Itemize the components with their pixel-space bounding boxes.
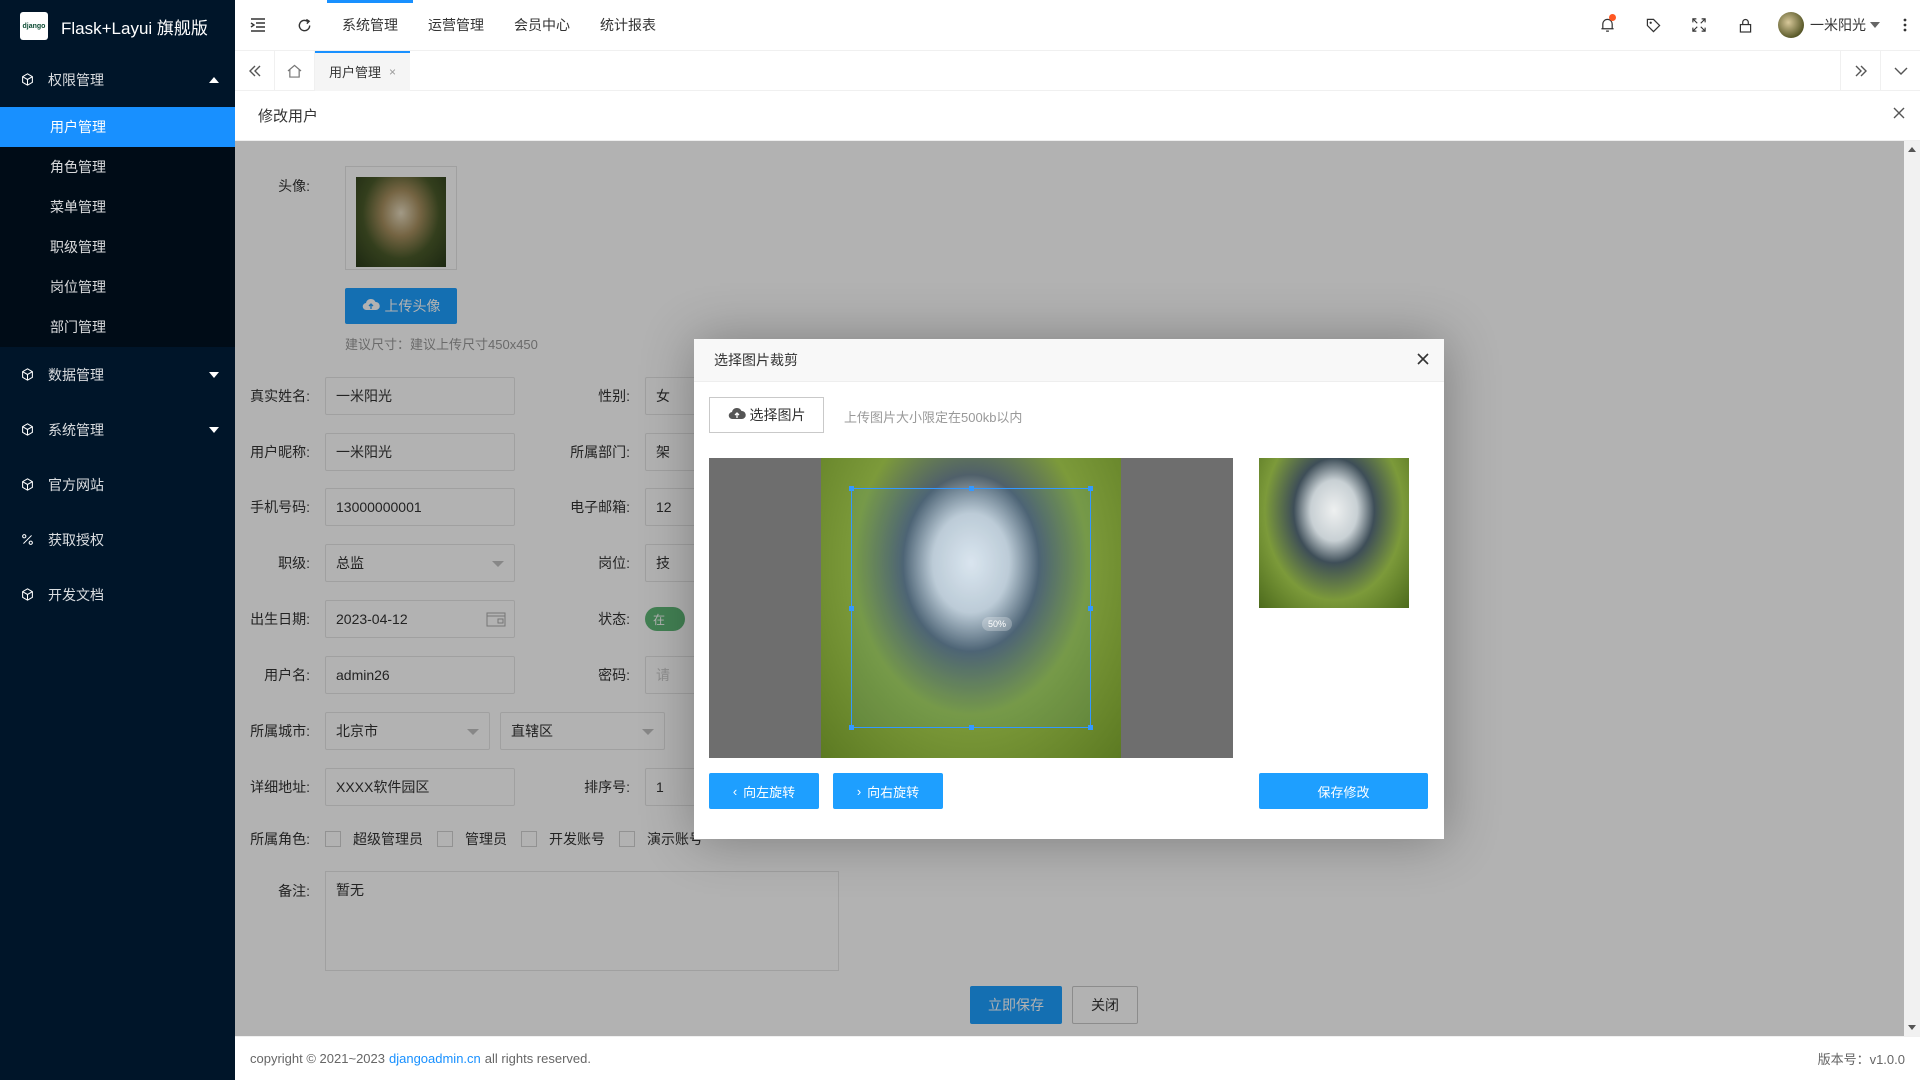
submenu-permission: 用户管理 角色管理 菜单管理 职级管理 岗位管理 部门管理 bbox=[0, 107, 235, 347]
close-icon[interactable]: × bbox=[389, 65, 396, 79]
crop-canvas: 50% bbox=[709, 458, 1233, 758]
cube-icon bbox=[20, 478, 34, 492]
crop-box[interactable]: 50% bbox=[849, 486, 1093, 730]
sidebar-item-levels[interactable]: 职级管理 bbox=[0, 227, 235, 267]
menu-group-permission: 权限管理 用户管理 角色管理 菜单管理 职级管理 岗位管理 部门管理 bbox=[0, 52, 235, 347]
crop-dialog: 选择图片裁剪 选择图片 上传图片大小限定在500kb以内 50% ‹ 向左旋转 bbox=[694, 339, 1444, 839]
nav-report[interactable]: 统计报表 bbox=[585, 0, 671, 51]
version-text: 版本号：v1.0.0 bbox=[1817, 1052, 1905, 1067]
resize-handle[interactable] bbox=[849, 486, 854, 491]
caret-down-icon bbox=[209, 371, 219, 378]
sidebar-item-roles[interactable]: 角色管理 bbox=[0, 147, 235, 187]
rotate-right-label: 向右旋转 bbox=[867, 784, 920, 800]
sidebar: django Flask+Layui 旗舰版 权限管理 用户管理 角色管理 菜单… bbox=[0, 0, 235, 1080]
menu-fold-icon[interactable] bbox=[235, 0, 281, 51]
menu-website[interactable]: 官方网站 bbox=[0, 457, 235, 512]
resize-handle[interactable] bbox=[1088, 606, 1093, 611]
cube-icon bbox=[20, 368, 34, 382]
save-crop-button[interactable]: 保存修改 bbox=[1259, 773, 1428, 809]
menu-label: 开发文档 bbox=[48, 586, 104, 603]
crop-preview bbox=[1259, 458, 1409, 608]
resize-handle[interactable] bbox=[849, 725, 854, 730]
menu-label: 权限管理 bbox=[48, 71, 104, 88]
percent-icon bbox=[20, 533, 34, 547]
choose-label: 选择图片 bbox=[749, 407, 806, 423]
cube-icon bbox=[20, 73, 34, 87]
rotate-right-button[interactable]: › 向右旋转 bbox=[833, 773, 943, 809]
cube-icon bbox=[20, 588, 34, 602]
tab-users[interactable]: 用户管理 × bbox=[315, 50, 411, 91]
nav-member[interactable]: 会员中心 bbox=[499, 0, 585, 51]
refresh-icon[interactable] bbox=[281, 0, 327, 51]
cube-icon bbox=[20, 423, 34, 437]
caret-up-icon bbox=[209, 76, 219, 83]
footer-link[interactable]: djangoadmin.cn bbox=[389, 1051, 481, 1066]
resize-handle[interactable] bbox=[1088, 725, 1093, 730]
header-right: 一米阳光 bbox=[1584, 0, 1920, 51]
footer: copyright © 2021~2023 djangoadmin.cn all… bbox=[235, 1036, 1920, 1080]
double-left-icon[interactable] bbox=[235, 50, 275, 91]
menu-license[interactable]: 获取授权 bbox=[0, 512, 235, 567]
close-icon[interactable] bbox=[1892, 106, 1906, 124]
dialog-title: 选择图片裁剪 bbox=[714, 352, 798, 368]
dialog-header: 选择图片裁剪 bbox=[694, 339, 1444, 382]
tab-bar-right bbox=[1840, 50, 1920, 91]
top-header: 系统管理 运营管理 会员中心 统计报表 一米阳光 bbox=[235, 0, 1920, 51]
scrollbar[interactable] bbox=[1904, 141, 1920, 1036]
bell-icon[interactable] bbox=[1584, 0, 1630, 51]
menu-label: 获取授权 bbox=[48, 531, 104, 548]
resize-handle[interactable] bbox=[1088, 486, 1093, 491]
scroll-down-icon[interactable] bbox=[1908, 1025, 1916, 1030]
copyright-suffix: all rights reserved. bbox=[484, 1051, 591, 1066]
crop-ratio-label: 50% bbox=[982, 617, 1013, 631]
resize-handle[interactable] bbox=[969, 725, 974, 730]
logo[interactable]: django Flask+Layui 旗舰版 bbox=[0, 0, 235, 52]
nav-system[interactable]: 系统管理 bbox=[327, 0, 413, 51]
rotate-left-button[interactable]: ‹ 向左旋转 bbox=[709, 773, 819, 809]
size-hint: 上传图片大小限定在500kb以内 bbox=[844, 410, 1023, 425]
username: 一米阳光 bbox=[1810, 17, 1866, 33]
double-right-icon[interactable] bbox=[1840, 50, 1880, 91]
chevron-left-icon: ‹ bbox=[732, 783, 738, 799]
choose-image-button[interactable]: 选择图片 bbox=[709, 397, 824, 433]
user-menu[interactable]: 一米阳光 bbox=[1768, 12, 1890, 38]
tab-bar: 用户管理 × bbox=[235, 50, 1920, 91]
menu-label: 官方网站 bbox=[48, 476, 104, 493]
resize-handle[interactable] bbox=[849, 606, 854, 611]
sidebar-item-users[interactable]: 用户管理 bbox=[0, 107, 235, 147]
page-title: 修改用户 bbox=[258, 108, 319, 125]
chevron-right-icon: › bbox=[856, 783, 862, 799]
app-title: Flask+Layui 旗舰版 bbox=[61, 18, 208, 38]
menu-label: 系统管理 bbox=[48, 421, 104, 438]
menu-permission[interactable]: 权限管理 bbox=[0, 52, 235, 107]
sidebar-item-menus[interactable]: 菜单管理 bbox=[0, 187, 235, 227]
more-icon[interactable] bbox=[1890, 0, 1920, 51]
caret-down-icon bbox=[1870, 22, 1880, 28]
sidebar-item-positions[interactable]: 岗位管理 bbox=[0, 267, 235, 307]
tag-icon[interactable] bbox=[1630, 0, 1676, 51]
scroll-up-icon[interactable] bbox=[1908, 147, 1916, 152]
chevron-down-icon[interactable] bbox=[1880, 50, 1920, 91]
avatar bbox=[1778, 12, 1804, 38]
cloud-upload-icon bbox=[728, 407, 746, 423]
resize-handle[interactable] bbox=[969, 486, 974, 491]
menu-docs[interactable]: 开发文档 bbox=[0, 567, 235, 622]
django-logo-icon: django bbox=[20, 12, 48, 40]
close-icon[interactable] bbox=[1416, 352, 1430, 369]
fullscreen-icon[interactable] bbox=[1676, 0, 1722, 51]
menu-label: 数据管理 bbox=[48, 366, 104, 383]
caret-down-icon bbox=[209, 426, 219, 433]
menu-data[interactable]: 数据管理 bbox=[0, 347, 235, 402]
copyright-text: copyright © 2021~2023 bbox=[250, 1051, 385, 1066]
crop-area[interactable]: 50% bbox=[709, 458, 1233, 758]
home-icon[interactable] bbox=[275, 50, 315, 91]
panel-header: 修改用户 bbox=[235, 91, 1920, 141]
nav-operation[interactable]: 运营管理 bbox=[413, 0, 499, 51]
notification-dot bbox=[1609, 13, 1616, 21]
lock-icon[interactable] bbox=[1722, 0, 1768, 51]
menu-system[interactable]: 系统管理 bbox=[0, 402, 235, 457]
sidebar-item-depts[interactable]: 部门管理 bbox=[0, 307, 235, 347]
tab-label: 用户管理 bbox=[329, 65, 382, 80]
rotate-left-label: 向左旋转 bbox=[743, 784, 796, 800]
